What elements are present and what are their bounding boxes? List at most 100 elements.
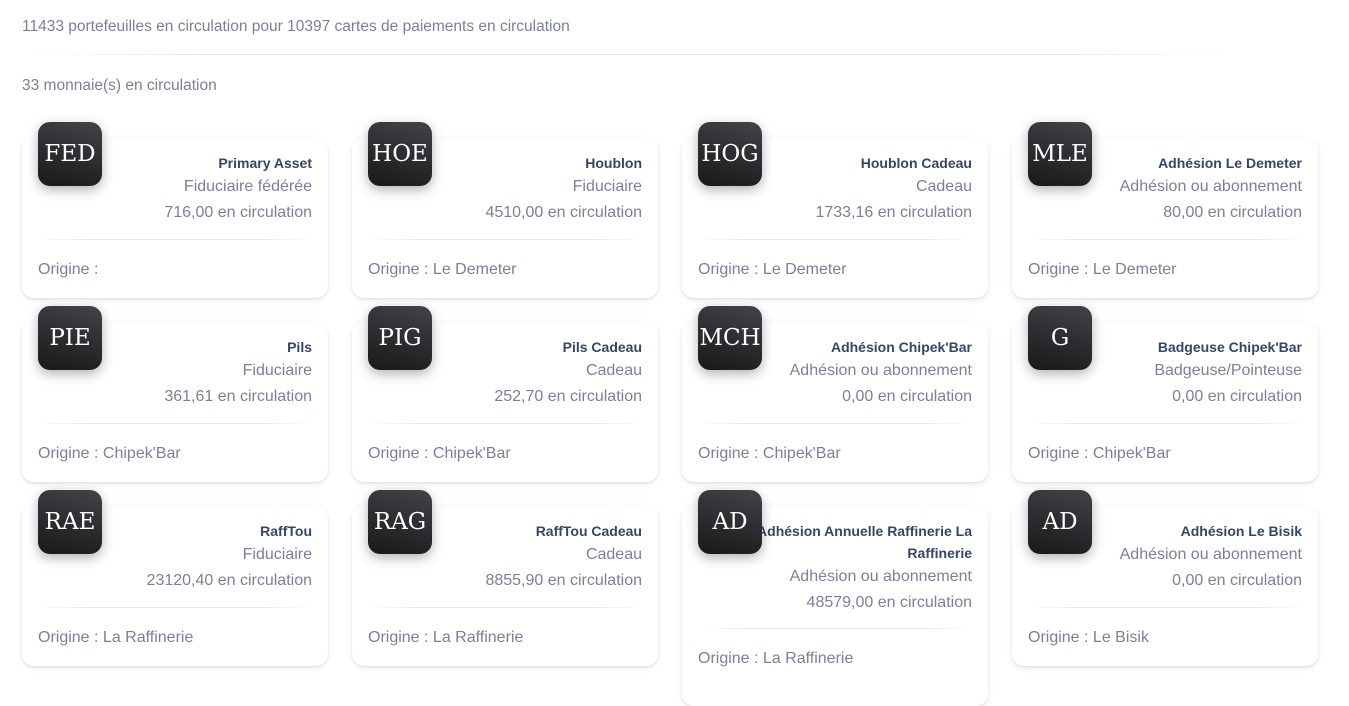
currency-card[interactable]: AD Adhésion Le Bisik Adhésion ou abonnem… (1012, 490, 1318, 666)
currency-origin: Origine : Chipek'Bar (1028, 445, 1171, 462)
currency-origin: Origine : Chipek'Bar (38, 445, 181, 462)
currency-origin: Origine : Chipek'Bar (698, 445, 841, 462)
currency-info: Badgeuse Chipek'Bar Badgeuse/Pointeuse 0… (1100, 336, 1302, 410)
card-divider (698, 423, 972, 424)
currency-code-badge: HOG (698, 122, 762, 186)
currency-origin: Origine : Le Demeter (1028, 261, 1177, 278)
currency-code-badge: AD (1028, 490, 1092, 554)
currency-name: Adhésion Chipek'Bar (830, 339, 972, 355)
currency-type: Fiduciaire (242, 362, 312, 379)
currency-circulation: 0,00 en circulation (842, 388, 972, 405)
currency-origin: Origine : Le Bisik (1028, 629, 1149, 646)
currency-name: Adhésion Le Demeter (1158, 155, 1302, 171)
currency-info: RaffTou Cadeau Cadeau 8855,90 en circula… (440, 520, 642, 594)
currency-info: Houblon Cadeau Cadeau 1733,16 en circula… (770, 152, 972, 226)
currency-info: Adhésion Chipek'Bar Adhésion ou abonneme… (770, 336, 972, 410)
currency-count: 33 monnaie(s) en circulation (22, 77, 217, 94)
currency-circulation: 23120,40 en circulation (146, 572, 312, 589)
currency-code-badge: G (1028, 306, 1092, 370)
currency-code-badge: MLE (1028, 122, 1092, 186)
currency-origin: Origine : Le Demeter (368, 261, 517, 278)
currency-name: Primary Asset (218, 155, 312, 171)
currency-code-badge: HOE (368, 122, 432, 186)
currency-card[interactable]: MLE Adhésion Le Demeter Adhésion ou abon… (1012, 122, 1318, 298)
currency-origin: Origine : La Raffinerie (698, 650, 854, 667)
currency-circulation: 361,61 en circulation (164, 388, 312, 405)
currency-origin: Origine : La Raffinerie (368, 629, 524, 646)
currency-name: Badgeuse Chipek'Bar (1157, 339, 1302, 355)
card-divider (38, 239, 312, 240)
currency-name: RaffTou (260, 523, 312, 539)
currency-name: Adhésion Annuelle Raffinerie La Raffiner… (757, 523, 972, 561)
currency-card[interactable]: RAG RaffTou Cadeau Cadeau 8855,90 en cir… (352, 490, 658, 666)
currency-info: Adhésion Annuelle Raffinerie La Raffiner… (757, 520, 972, 616)
currency-card[interactable]: RAE RaffTou Fiduciaire 23120,40 en circu… (22, 490, 328, 666)
card-divider (1028, 607, 1302, 608)
currency-info: Adhésion Le Demeter Adhésion ou abonneme… (1100, 152, 1302, 226)
currency-code-badge: FED (38, 122, 102, 186)
currency-type: Badgeuse/Pointeuse (1154, 362, 1302, 379)
wallets-summary: 11433 portefeuilles en circulation pour … (22, 18, 570, 35)
currency-card[interactable]: PIG Pils Cadeau Cadeau 252,70 en circula… (352, 306, 658, 482)
currency-name: Pils (287, 339, 312, 355)
currency-origin: Origine : La Raffinerie (38, 629, 194, 646)
currency-info: Pils Fiduciaire 361,61 en circulation (110, 336, 312, 410)
currency-card[interactable]: HOG Houblon Cadeau Cadeau 1733,16 en cir… (682, 122, 988, 298)
currency-info: Pils Cadeau Cadeau 252,70 en circulation (440, 336, 642, 410)
currency-card[interactable]: AD Adhésion Annuelle Raffinerie La Raffi… (682, 490, 988, 706)
card-divider (38, 423, 312, 424)
currency-name: Houblon (585, 155, 642, 171)
currency-circulation: 4510,00 en circulation (485, 204, 642, 221)
card-divider (698, 239, 972, 240)
currency-card[interactable]: G Badgeuse Chipek'Bar Badgeuse/Pointeuse… (1012, 306, 1318, 482)
currency-circulation: 8855,90 en circulation (485, 572, 642, 589)
currency-type: Adhésion ou abonnement (1119, 546, 1302, 563)
currency-name: RaffTou Cadeau (535, 523, 642, 539)
currency-origin: Origine : Le Demeter (698, 261, 847, 278)
currency-circulation: 0,00 en circulation (1172, 388, 1302, 405)
currency-circulation: 80,00 en circulation (1163, 204, 1302, 221)
currency-circulation: 252,70 en circulation (494, 388, 642, 405)
card-divider (368, 239, 642, 240)
currency-info: Adhésion Le Bisik Adhésion ou abonnement… (1100, 520, 1302, 594)
currency-type: Fiduciaire fédérée (183, 178, 312, 195)
currency-code-badge: PIG (368, 306, 432, 370)
currency-type: Adhésion ou abonnement (789, 362, 972, 379)
currency-type: Adhésion ou abonnement (789, 568, 972, 585)
currency-type: Cadeau (915, 178, 972, 195)
card-divider (1028, 423, 1302, 424)
currency-info: RaffTou Fiduciaire 23120,40 en circulati… (110, 520, 312, 594)
currency-origin: Origine : Chipek'Bar (368, 445, 511, 462)
card-divider (1028, 239, 1302, 240)
currency-card[interactable]: MCH Adhésion Chipek'Bar Adhésion ou abon… (682, 306, 988, 482)
card-divider (38, 607, 312, 608)
currency-type: Adhésion ou abonnement (1119, 178, 1302, 195)
card-divider (368, 423, 642, 424)
currency-card[interactable]: FED Primary Asset Fiduciaire fédérée 716… (22, 122, 328, 298)
currency-card[interactable]: HOE Houblon Fiduciaire 4510,00 en circul… (352, 122, 658, 298)
currency-code-badge: PIE (38, 306, 102, 370)
summary-divider (22, 54, 1232, 55)
currency-circulation: 716,00 en circulation (164, 204, 312, 221)
currency-grid: FED Primary Asset Fiduciaire fédérée 716… (22, 122, 1322, 706)
currency-card[interactable]: PIE Pils Fiduciaire 361,61 en circulatio… (22, 306, 328, 482)
currency-code-badge: AD (698, 490, 762, 554)
currency-code-badge: MCH (698, 306, 762, 370)
currency-circulation: 48579,00 en circulation (806, 594, 972, 611)
card-divider (698, 628, 972, 629)
currency-circulation: 0,00 en circulation (1172, 572, 1302, 589)
currency-type: Cadeau (585, 362, 642, 379)
currency-type: Fiduciaire (242, 546, 312, 563)
currency-type: Fiduciaire (572, 178, 642, 195)
currency-circulation: 1733,16 en circulation (815, 204, 972, 221)
currency-name: Adhésion Le Bisik (1180, 523, 1302, 539)
currency-name: Houblon Cadeau (860, 155, 972, 171)
currency-code-badge: RAG (368, 490, 432, 554)
card-divider (368, 607, 642, 608)
currency-origin: Origine : (38, 261, 99, 278)
currency-name: Pils Cadeau (562, 339, 642, 355)
currency-code-badge: RAE (38, 490, 102, 554)
currency-type: Cadeau (585, 546, 642, 563)
currency-info: Primary Asset Fiduciaire fédérée 716,00 … (110, 152, 312, 226)
currency-info: Houblon Fiduciaire 4510,00 en circulatio… (440, 152, 642, 226)
